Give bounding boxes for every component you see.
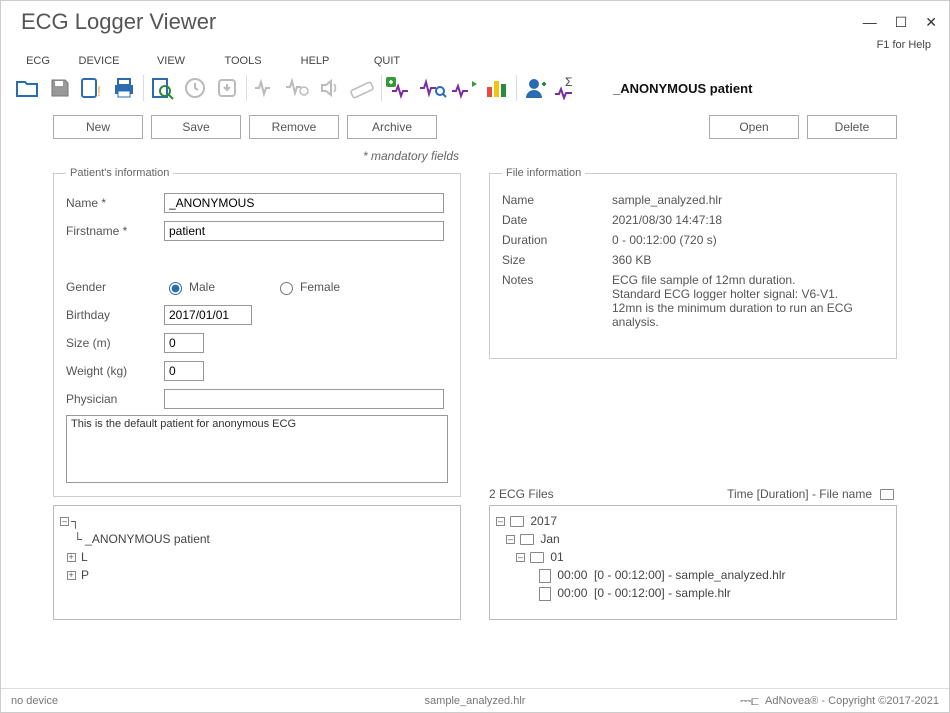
file-name-label: Name (502, 193, 612, 207)
size-label: Size (m) (66, 336, 164, 350)
weight-input[interactable] (164, 361, 204, 381)
file-size-label: Size (502, 253, 612, 267)
menubar: ECG DEVICE VIEW TOOLS HELP QUIT (1, 51, 949, 73)
ecg-sort-label: Time [Duration] - File name (727, 487, 872, 501)
file-legend: File information (502, 167, 585, 179)
delete-button[interactable]: Delete (807, 115, 897, 139)
app-window: ECG Logger Viewer — ☐ ✕ F1 for Help ECG … (0, 0, 950, 713)
sound-icon[interactable] (315, 73, 345, 103)
patient-fieldset: Patient's information Name * Firstname *… (53, 167, 461, 497)
birthday-input[interactable] (164, 305, 252, 325)
archive-button[interactable]: Archive (347, 115, 437, 139)
maximize-button[interactable]: ☐ (895, 14, 908, 31)
toolbar-separator (143, 75, 144, 101)
size-input[interactable] (164, 333, 204, 353)
pulse-search-icon[interactable] (418, 73, 448, 103)
toolbar-separator (246, 75, 247, 101)
pulse-import-icon[interactable] (386, 73, 416, 103)
mandatory-note: * mandatory fields (1, 141, 949, 167)
sigma-pulse-icon[interactable]: Σ (553, 73, 583, 103)
left-column: Patient's information Name * Firstname *… (53, 167, 461, 620)
open-button[interactable]: Open (709, 115, 799, 139)
menu-help[interactable]: HELP (279, 53, 351, 69)
save-disk-icon[interactable] (45, 73, 75, 103)
print-icon[interactable] (109, 73, 139, 103)
file-date-value: 2021/08/30 14:47:18 (612, 213, 884, 227)
folder-icon[interactable] (880, 489, 894, 500)
patient-notes-textarea[interactable] (66, 415, 448, 483)
current-patient-label: _ANONYMOUS patient (613, 81, 752, 96)
weight-label: Weight (kg) (66, 364, 164, 378)
action-buttons: New Save Remove Archive Open Delete (1, 109, 949, 141)
menu-ecg[interactable]: ECG (13, 53, 63, 69)
physician-input[interactable] (164, 389, 444, 409)
file-notes-label: Notes (502, 273, 612, 329)
patient-tree[interactable]: –┐ └ _ANONYMOUS patient + L + P (53, 505, 461, 620)
pulse-icon[interactable] (251, 73, 281, 103)
help-hint: F1 for Help (1, 39, 949, 51)
female-radio[interactable]: Female (275, 279, 340, 295)
menu-device[interactable]: DEVICE (63, 53, 135, 69)
titlebar: ECG Logger Viewer — ☐ ✕ (1, 1, 949, 39)
scan-device-icon[interactable]: ! (77, 73, 107, 103)
name-label: Name * (66, 196, 164, 210)
bars-icon[interactable] (482, 73, 512, 103)
remove-button[interactable]: Remove (249, 115, 339, 139)
main-content: Patient's information Name * Firstname *… (1, 167, 949, 620)
toolbar-separator (381, 75, 382, 101)
open-folder-icon[interactable] (13, 73, 43, 103)
toolbar-separator (516, 75, 517, 101)
name-input[interactable] (164, 193, 444, 213)
file-duration-label: Duration (502, 233, 612, 247)
birthday-label: Birthday (66, 308, 164, 322)
file-date-label: Date (502, 213, 612, 227)
pulse-export-icon[interactable] (450, 73, 480, 103)
physician-label: Physician (66, 392, 164, 406)
svg-text:!: ! (97, 83, 101, 99)
status-file: sample_analyzed.hlr (425, 695, 526, 707)
zoom-page-icon[interactable] (148, 73, 178, 103)
ruler-icon[interactable] (347, 73, 377, 103)
pulse-zoom-icon[interactable] (283, 73, 313, 103)
menu-tools[interactable]: TOOLS (207, 53, 279, 69)
statusbar: no device sample_analyzed.hlr ⎓⊏ AdNovea… (1, 688, 949, 712)
file-name-value: sample_analyzed.hlr (612, 193, 884, 207)
patient-legend: Patient's information (66, 167, 173, 179)
file-notes-value: ECG file sample of 12mn duration. Standa… (612, 273, 884, 329)
ecg-file-tree[interactable]: – 2017 – Jan – 01 00:00 [0 - 00:12:00] -… (489, 505, 897, 620)
status-copyright: AdNovea® - Copyright ©2017-2021 (765, 695, 939, 707)
window-controls: — ☐ ✕ (863, 14, 937, 31)
file-duration-value: 0 - 00:12:00 (720 s) (612, 233, 884, 247)
close-button[interactable]: ✕ (925, 14, 937, 31)
firstname-label: Firstname * (66, 224, 164, 238)
ecg-tree-header: 2 ECG Files Time [Duration] - File name (489, 487, 897, 501)
ecg-file-count: 2 ECG Files (489, 487, 554, 501)
file-fieldset: File information Namesample_analyzed.hlr… (489, 167, 897, 359)
svg-text:Σ: Σ (565, 76, 572, 89)
minimize-button[interactable]: — (863, 14, 877, 31)
clock-icon[interactable] (180, 73, 210, 103)
status-device: no device (11, 695, 58, 707)
toolbar: ! Σ _ANONYMOUS patient (1, 73, 949, 109)
firstname-input[interactable] (164, 221, 444, 241)
app-title: ECG Logger Viewer (21, 9, 216, 35)
menu-view[interactable]: VIEW (135, 53, 207, 69)
user-icon[interactable] (521, 73, 551, 103)
male-radio[interactable]: Male (164, 279, 215, 295)
right-column: File information Namesample_analyzed.hlr… (489, 167, 897, 620)
gender-label: Gender (66, 280, 164, 294)
plug-icon: ⎓⊏ (740, 692, 759, 709)
save-button[interactable]: Save (151, 115, 241, 139)
menu-quit[interactable]: QUIT (351, 53, 423, 69)
file-size-value: 360 KB (612, 253, 884, 267)
new-button[interactable]: New (53, 115, 143, 139)
download-icon[interactable] (212, 73, 242, 103)
